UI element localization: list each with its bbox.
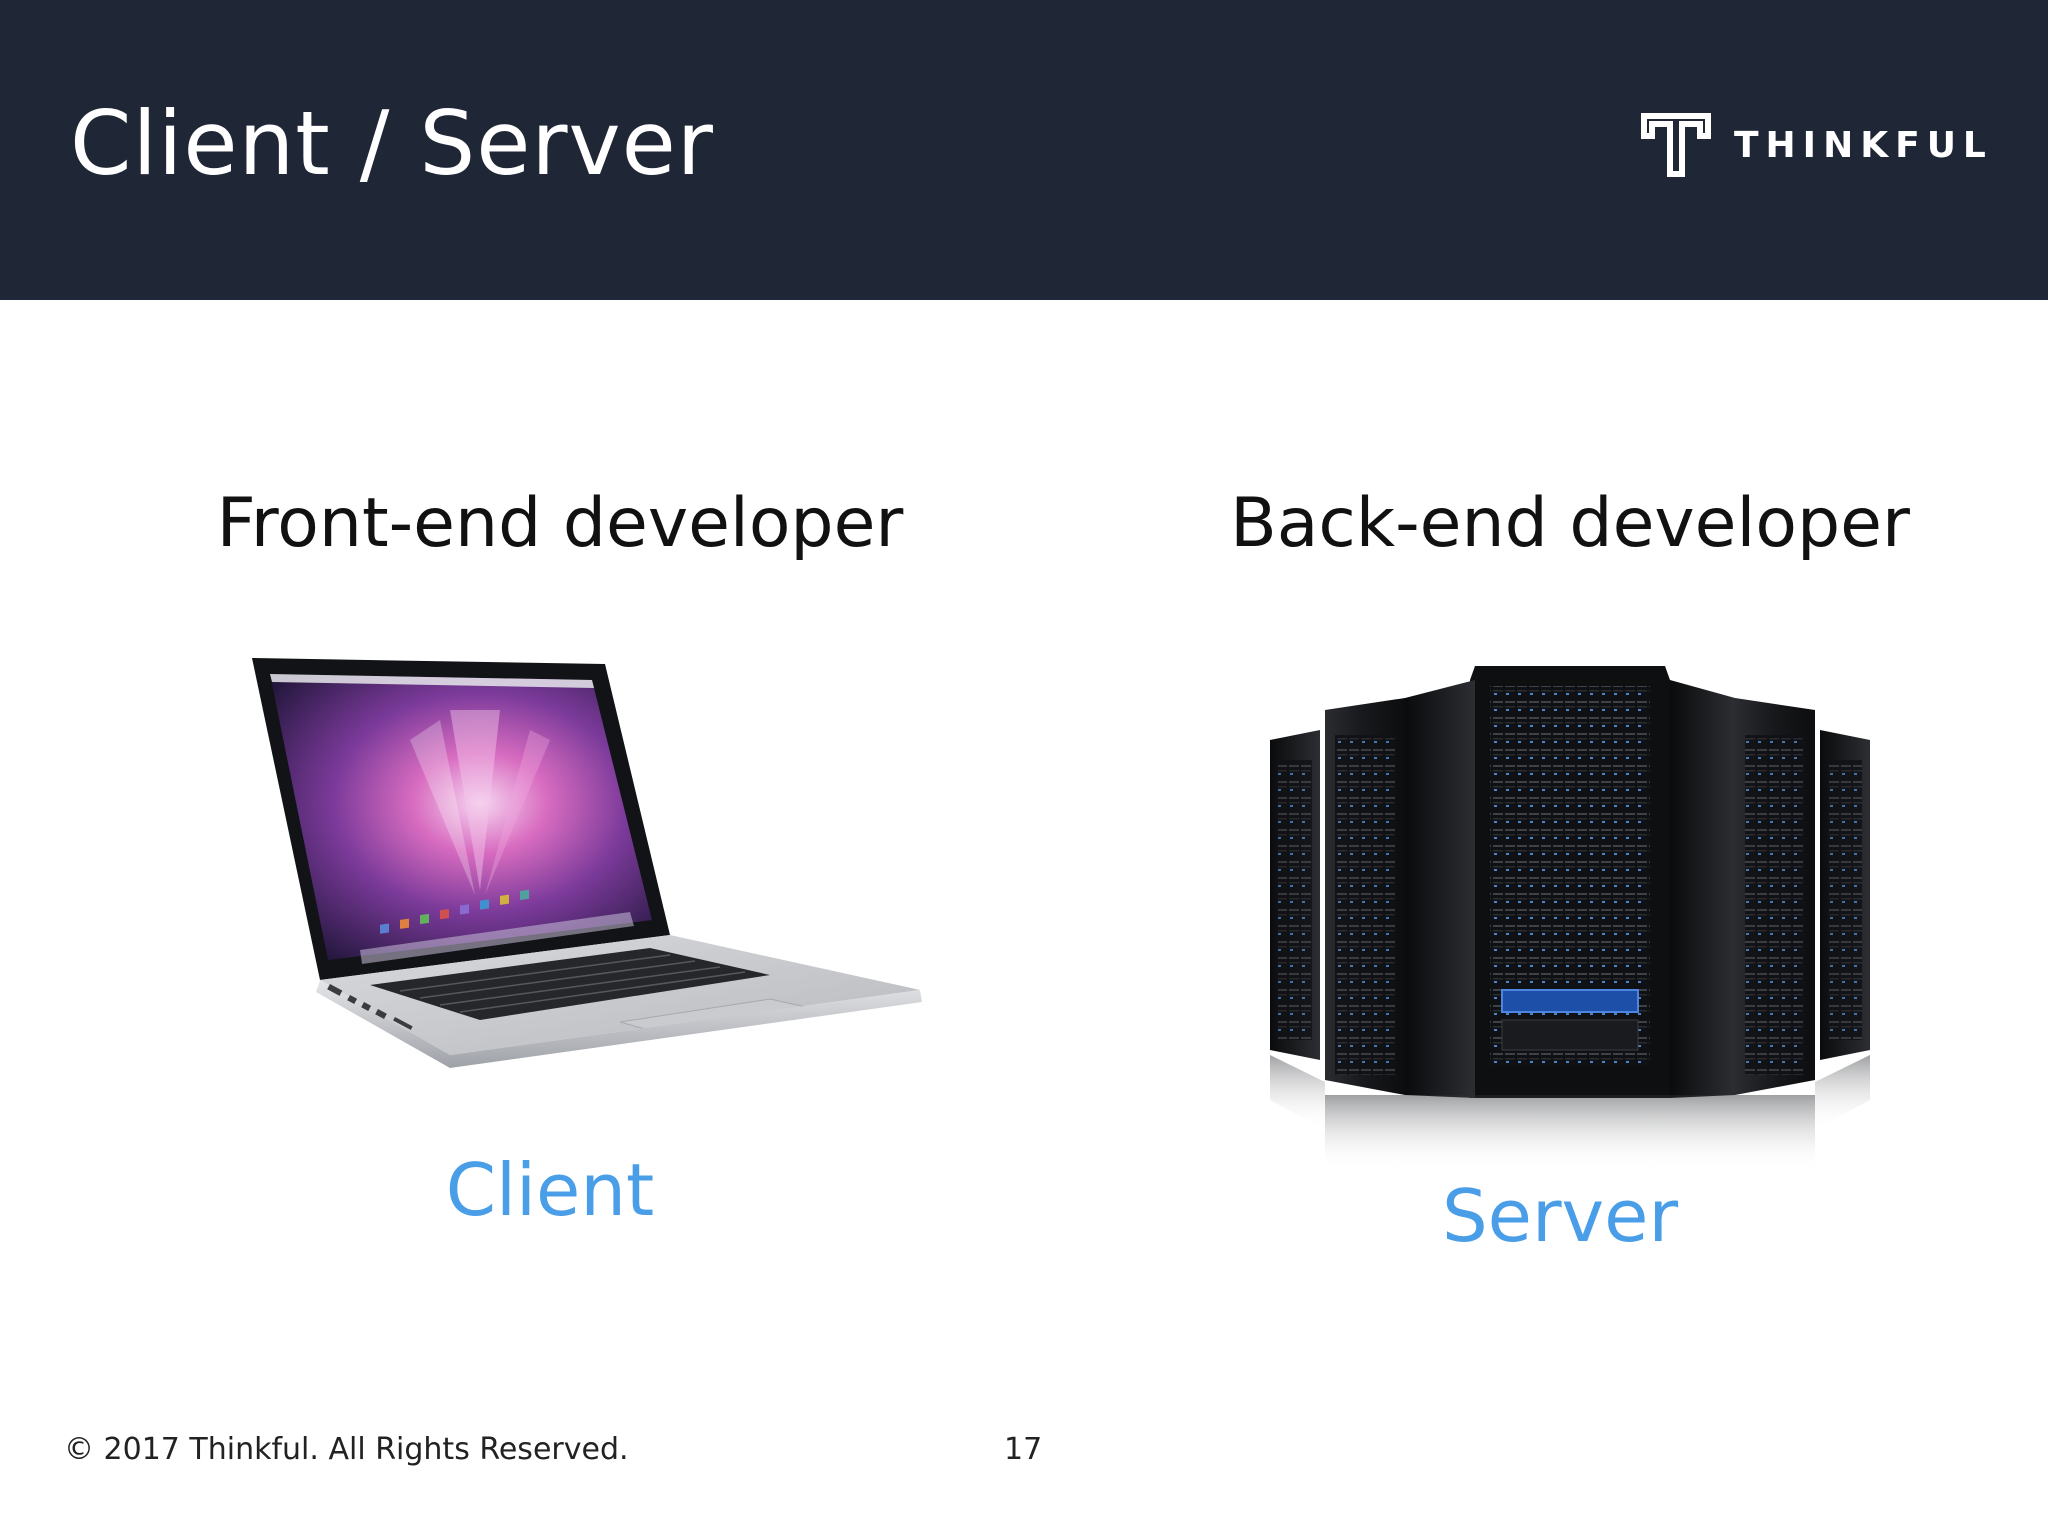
back-end-heading: Back-end developer	[1230, 484, 1910, 563]
copyright-notice: © 2017 Thinkful. All Rights Reserved.	[64, 1432, 629, 1467]
server-racks-image	[1270, 666, 1870, 1170]
server-label: Server	[1441, 1174, 1679, 1258]
laptop-image	[252, 658, 922, 1068]
front-end-heading: Front-end developer	[216, 484, 904, 563]
slide-title: Client / Server	[70, 92, 714, 195]
page-number: 17	[1004, 1432, 1043, 1467]
logo-text: THINKFUL	[1734, 124, 1993, 166]
thinkful-logo-icon	[1641, 113, 1711, 177]
slide-header: Client / Server THINKFUL	[0, 0, 2048, 300]
client-label: Client	[445, 1148, 655, 1232]
thinkful-logo: THINKFUL	[1640, 112, 1993, 178]
